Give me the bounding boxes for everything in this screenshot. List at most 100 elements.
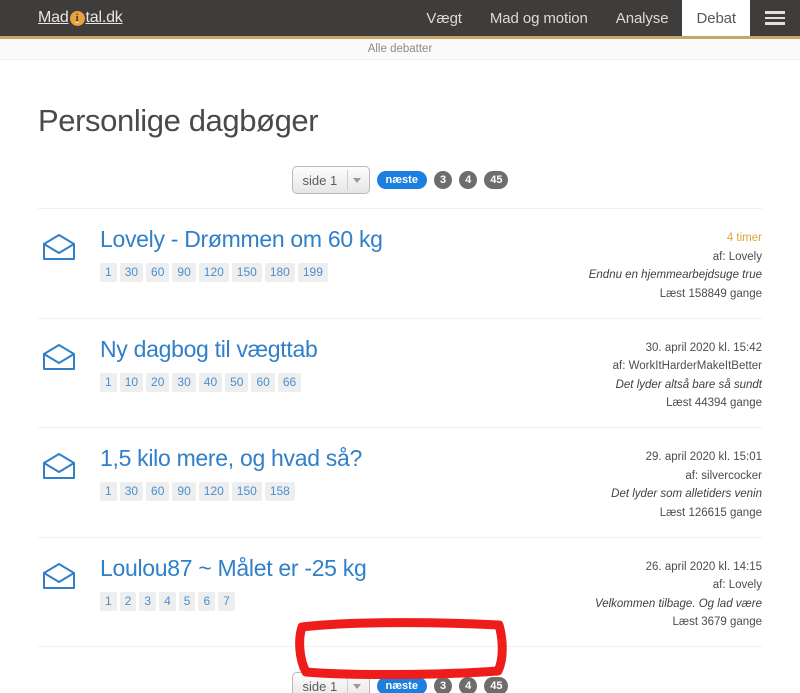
thread-page-link[interactable]: 158 [264, 482, 295, 502]
site-logo[interactable]: Mad i tal.dk [0, 0, 123, 36]
thread-meta: 26. april 2020 kl. 14:15 af: Lovely Velk… [547, 555, 762, 633]
table-row: Lovely - Drømmen om 60 kg 1 30 60 90 120… [38, 208, 762, 318]
logo-text-prefix: Mad [38, 9, 69, 26]
thread-page-links: 1 2 3 4 5 6 7 [100, 591, 535, 611]
page-pill-45-bottom[interactable]: 45 [484, 677, 509, 693]
thread-page-link[interactable]: 1 [100, 591, 117, 611]
thread-page-link[interactable]: 120 [198, 482, 229, 502]
thread-meta: 29. april 2020 kl. 15:01 af: silvercocke… [547, 445, 762, 523]
page-select-top[interactable]: side 1 [291, 166, 370, 194]
thread-title-link[interactable]: 1,5 kilo mere, og hvad så? [100, 445, 535, 472]
thread-page-link[interactable]: 150 [231, 482, 262, 502]
thread-title-link[interactable]: Ny dagbog til vægttab [100, 336, 535, 363]
thread-page-link[interactable]: 4 [159, 591, 176, 611]
page-pill-4-bottom[interactable]: 4 [459, 677, 478, 693]
nav-item-analyse[interactable]: Analyse [602, 0, 683, 36]
select-divider [346, 170, 348, 190]
select-divider [346, 676, 348, 693]
thread-title-link[interactable]: Lovely - Drømmen om 60 kg [100, 226, 535, 253]
thread-meta: 30. april 2020 kl. 15:42 af: WorkItHarde… [547, 336, 762, 414]
thread-page-link[interactable]: 150 [231, 263, 262, 283]
thread-page-links: 1 30 60 90 120 150 158 [100, 482, 535, 502]
breadcrumb-all-debates[interactable]: Alle debatter [368, 43, 433, 55]
thread-main: Ny dagbog til vægttab 1 10 20 30 40 50 6… [100, 336, 547, 392]
page-pill-4-top[interactable]: 4 [459, 171, 478, 189]
next-page-button-top[interactable]: næste [376, 171, 427, 189]
page-pill-3-top[interactable]: 3 [433, 171, 453, 189]
chevron-down-icon [352, 178, 361, 183]
footer-area: side 1 næste 3 4 45 Start en ny tråd i d… [38, 646, 762, 693]
thread-view-count: Læst 158849 gange [659, 287, 762, 300]
thread-view-count: Læst 126615 gange [659, 506, 762, 519]
thread-author: af: Lovely [712, 250, 762, 263]
thread-timestamp: 26. april 2020 kl. 14:15 [645, 560, 762, 573]
thread-page-link[interactable]: 40 [198, 372, 223, 392]
chevron-down-icon [352, 684, 361, 689]
thread-page-link[interactable]: 90 [172, 482, 196, 502]
breadcrumb-bar: Alle debatter [0, 39, 800, 60]
open-envelope-icon [38, 555, 100, 590]
thread-meta: 4 timer af: Lovely Endnu en hjemmearbejd… [547, 226, 762, 304]
thread-page-link[interactable]: 1 [100, 263, 117, 283]
thread-author: af: silvercocker [685, 469, 762, 482]
thread-page-link[interactable]: 30 [172, 372, 196, 392]
page-select-bottom[interactable]: side 1 [291, 672, 370, 693]
thread-page-link[interactable]: 20 [146, 372, 170, 392]
thread-view-count: Læst 44394 gange [666, 397, 762, 410]
thread-page-link[interactable]: 90 [172, 263, 196, 283]
page-pill-3-bottom[interactable]: 3 [433, 677, 453, 693]
page-title: Personlige dagbøger [38, 103, 319, 138]
thread-timestamp: 29. april 2020 kl. 15:01 [645, 451, 762, 463]
open-envelope-icon [38, 445, 100, 480]
thread-title-link[interactable]: Loulou87 ~ Målet er -25 kg [100, 555, 535, 582]
page-select-value: side 1 [302, 678, 338, 693]
navbar-links: Vægt Mad og motion Analyse Debat [412, 0, 750, 36]
hamburger-bar [765, 11, 785, 14]
logo-info-icon: i [69, 10, 85, 26]
thread-page-link[interactable]: 10 [119, 372, 144, 392]
thread-timestamp: 4 timer [726, 232, 762, 244]
thread-page-link[interactable]: 60 [251, 372, 275, 392]
thread-page-link[interactable]: 1 [100, 482, 117, 502]
open-envelope-icon [38, 336, 100, 371]
page-select-value: side 1 [302, 172, 338, 188]
page-root: Mad i tal.dk Vægt Mad og motion Analyse De… [0, 0, 800, 693]
thread-page-link[interactable]: 60 [146, 263, 170, 283]
thread-page-link[interactable]: 120 [198, 263, 229, 283]
thread-view-count: Læst 3679 gange [672, 616, 762, 629]
open-envelope-icon [38, 226, 100, 261]
thread-main: 1,5 kilo mere, og hvad så? 1 30 60 90 12… [100, 445, 547, 502]
thread-author: af: WorkItHarderMakeItBetter [612, 360, 762, 373]
thread-excerpt: Velkommen tilbage. Og lad være [594, 597, 762, 610]
thread-page-link[interactable]: 2 [119, 591, 137, 611]
thread-page-link[interactable]: 1 [100, 372, 117, 392]
pagination-top: side 1 næste 3 4 45 [38, 145, 762, 208]
thread-page-link[interactable]: 3 [139, 591, 157, 611]
nav-item-debat[interactable]: Debat [682, 0, 750, 36]
hamburger-bar [765, 22, 785, 25]
thread-page-link[interactable]: 5 [178, 591, 196, 611]
thread-page-link[interactable]: 199 [297, 263, 328, 283]
table-row: Ny dagbog til vægttab 1 10 20 30 40 50 6… [38, 317, 762, 428]
thread-page-link[interactable]: 30 [119, 263, 144, 283]
thread-page-link[interactable]: 30 [119, 482, 144, 502]
thread-page-link[interactable]: 66 [277, 372, 302, 392]
table-row: Loulou87 ~ Målet er -25 kg 1 2 3 4 5 6 7… [38, 536, 762, 647]
nav-item-mad-og-motion[interactable]: Mad og motion [476, 0, 602, 36]
hamburger-menu-icon[interactable] [750, 0, 800, 36]
thread-author: af: Lovely [712, 579, 762, 592]
logo-text-suffix: tal.dk [85, 9, 123, 26]
thread-page-link[interactable]: 50 [225, 372, 249, 392]
thread-page-link[interactable]: 6 [198, 591, 216, 611]
page-pill-45-top[interactable]: 45 [484, 171, 509, 189]
thread-page-link[interactable]: 60 [146, 482, 170, 502]
thread-page-links: 1 10 20 30 40 50 60 66 [100, 372, 535, 392]
thread-main: Lovely - Drømmen om 60 kg 1 30 60 90 120… [100, 226, 547, 283]
thread-page-link[interactable]: 7 [218, 591, 235, 611]
nav-item-vaegt[interactable]: Vægt [412, 0, 475, 36]
thread-timestamp: 30. april 2020 kl. 15:42 [645, 341, 762, 354]
pagination-bottom: side 1 næste 3 4 45 [38, 651, 762, 693]
thread-page-link[interactable]: 180 [264, 263, 295, 283]
next-page-button-bottom[interactable]: næste [376, 677, 427, 693]
thread-excerpt: Det lyder altså bare så sundt [615, 378, 762, 391]
